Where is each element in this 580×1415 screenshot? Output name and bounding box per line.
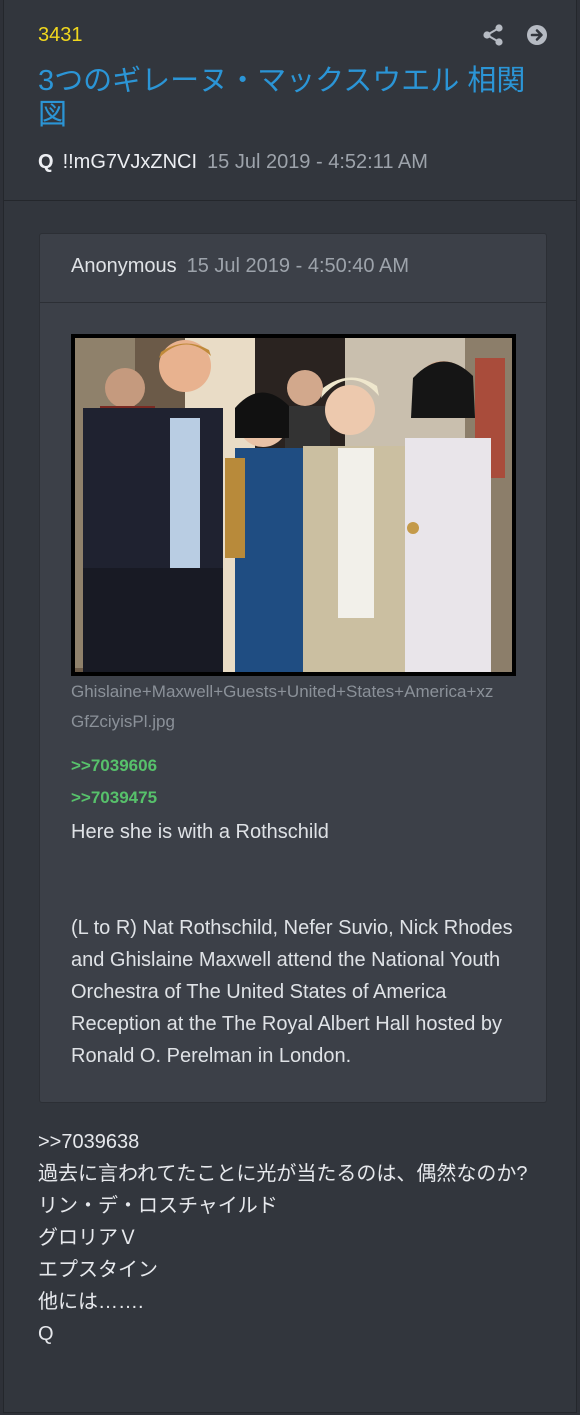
quoted-post: Anonymous 15 Jul 2019 - 4:50:40 AM Ghisl… [39, 233, 547, 1103]
quoted-divider [40, 302, 546, 303]
quoted-author-name: Anonymous [71, 255, 177, 277]
reply-line: Q [38, 1323, 54, 1345]
quoted-date: 15 Jul 2019 - 4:50:40 AM [186, 255, 409, 277]
post-title[interactable]: 3つのギレーヌ・マックスウエル 相関図 [38, 64, 548, 132]
post-date: 15 Jul 2019 - 4:52:11 AM [207, 151, 428, 173]
post-number[interactable]: 3431 [38, 24, 83, 47]
image-filename-line-2: GfZciyisPl.jpg [71, 712, 175, 731]
share-icon[interactable] [482, 24, 504, 46]
photo-illustration [75, 338, 512, 672]
image-filename-line-1: Ghislaine+Maxwell+Guests+United+States+A… [71, 682, 494, 701]
reply-link[interactable]: >>7039475 [71, 788, 157, 808]
post-card: 3431 3つのギレーヌ・マックスウエル 相関図 Q !!mG7VJxZNCI 15… [3, 0, 577, 1413]
arrow-circle-right-icon[interactable] [526, 24, 548, 46]
tripcode: !!mG7VJxZNCI [62, 151, 198, 173]
reply-line: エプスタイン [38, 1259, 158, 1281]
reply-line: リン・デ・ロスチャイルド [38, 1195, 278, 1217]
photo-caption: (L to R) Nat Rothschild, Nefer Suvio, Ni… [71, 917, 513, 1067]
image-filename[interactable]: Ghislaine+Maxwell+Guests+United+States+A… [71, 677, 531, 737]
reply-line: 他には……. [38, 1291, 144, 1313]
author-name: Q [38, 151, 54, 173]
attached-photo[interactable] [71, 334, 516, 676]
header-divider [4, 200, 576, 201]
quoted-text: Here she is with a Rothschild [71, 821, 329, 843]
reply-line: 過去に言われてたことに光が当たるのは、偶然なのか? [38, 1163, 528, 1185]
post-author-line: Q !!mG7VJxZNCI 15 Jul 2019 - 4:52:11 AM [38, 151, 428, 174]
reply-link[interactable]: >>7039606 [71, 756, 157, 776]
quoted-author-line: Anonymous 15 Jul 2019 - 4:50:40 AM [71, 255, 409, 278]
quoted-body: Here she is with a Rothschild (L to R) N… [71, 816, 531, 1072]
reply-ref-link[interactable]: >>7039638 [38, 1126, 558, 1158]
reply-body: >>7039638 過去に言われてたことに光が当たるのは、偶然なのか? リン・デ… [38, 1126, 558, 1350]
reply-line: グロリアＶ [38, 1227, 138, 1249]
